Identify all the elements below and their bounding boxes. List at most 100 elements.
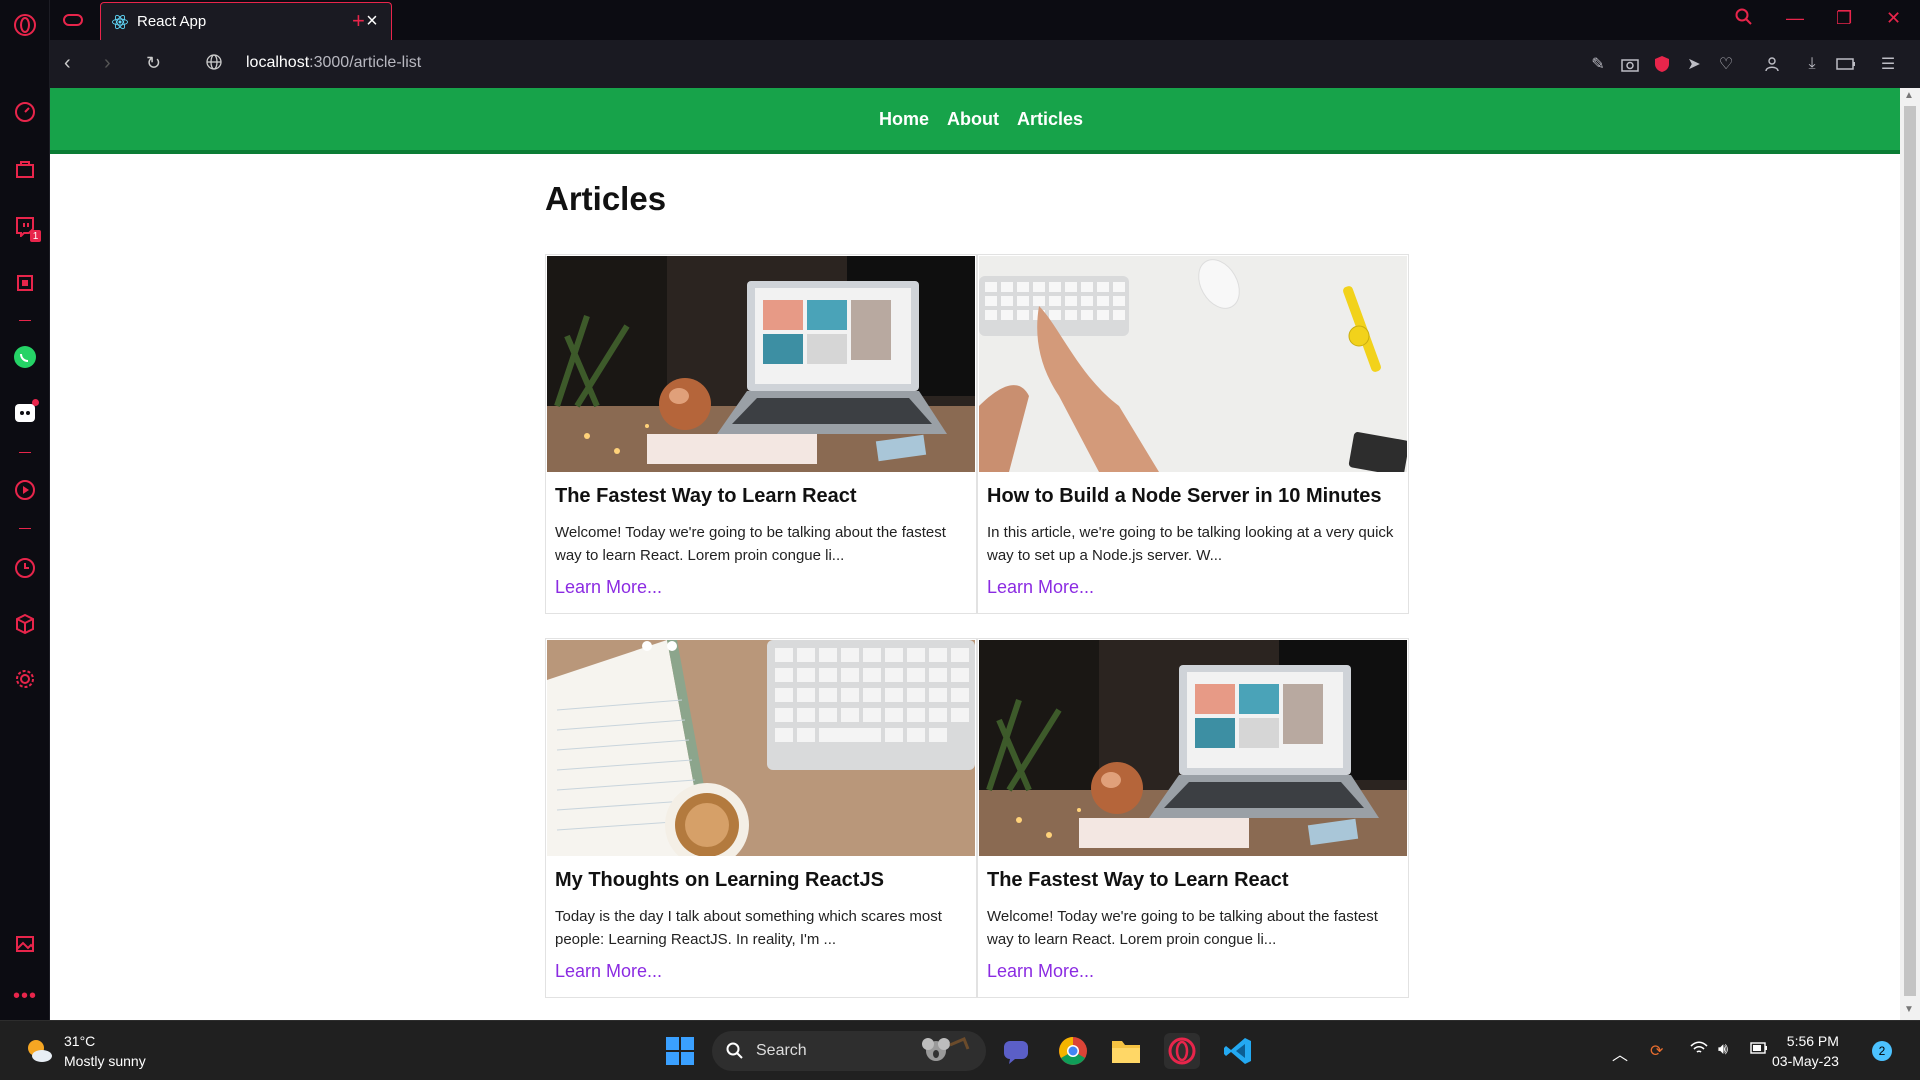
main-content: Articles The Fastest Way to Learn React … [545, 180, 1409, 998]
easy-setup-icon[interactable]: ☰ [1878, 54, 1898, 74]
article-excerpt: In this article, we're going to be talki… [987, 524, 1394, 564]
gx-controller-icon[interactable] [62, 10, 84, 35]
weather-widget[interactable]: 31°C Mostly sunny [24, 1031, 146, 1071]
article-title: My Thoughts on Learning ReactJS [555, 869, 884, 891]
article-image-laptop-on-desk [547, 256, 975, 472]
system-clock[interactable]: 5:56 PM 03-May-23 [1772, 1031, 1839, 1071]
scroll-down-icon[interactable]: ▼ [1904, 1004, 1914, 1015]
more-icon[interactable]: ••• [13, 984, 37, 1008]
file-explorer-icon[interactable] [1108, 1033, 1144, 1069]
tab-react-app[interactable]: React App × [100, 2, 392, 40]
windows-taskbar: 31°C Mostly sunny Search ︿ ⟳ 🔊︎ 5:56 PM … [0, 1020, 1920, 1080]
article-excerpt: Today is the day I talk about something … [555, 908, 942, 948]
sidebar-divider [19, 452, 31, 453]
adblock-shield-icon[interactable] [1652, 54, 1672, 74]
sidebar-divider [19, 528, 31, 529]
browser-sidebar: 1 ••• [0, 0, 50, 1020]
react-logo-icon [112, 14, 128, 29]
show-hidden-icons-icon[interactable]: ︿ [1612, 1041, 1628, 1065]
extensions-icon[interactable] [13, 612, 37, 636]
snapshot-camera-icon[interactable] [1620, 54, 1640, 74]
volume-icon[interactable]: 🔊︎ [1718, 1041, 1728, 1059]
tab-close-icon[interactable]: × [363, 10, 381, 33]
profile-icon[interactable] [1762, 54, 1782, 74]
article-card: The Fastest Way to Learn React Welcome! … [977, 638, 1409, 998]
vscode-icon[interactable] [1220, 1033, 1256, 1069]
nav-link-about[interactable]: About [947, 109, 999, 130]
weather-condition: Mostly sunny [64, 1053, 146, 1069]
sync-icon[interactable]: ⟳ [1650, 1041, 1663, 1061]
article-title: The Fastest Way to Learn React [555, 485, 857, 507]
article-image-hands-on-keyboard [979, 256, 1407, 472]
forward-icon[interactable]: › [104, 52, 111, 75]
article-card: The Fastest Way to Learn React Welcome! … [545, 254, 977, 614]
minimize-icon[interactable]: — [1786, 8, 1804, 29]
partly-sunny-icon [28, 1040, 52, 1062]
opera-logo-icon[interactable] [13, 13, 37, 37]
search-icon [726, 1042, 743, 1059]
twitch-badge: 1 [30, 230, 41, 242]
teams-chat-icon[interactable] [998, 1033, 1034, 1069]
send-icon[interactable]: ➤ [1684, 54, 1704, 74]
new-tab-icon[interactable]: + [352, 8, 365, 34]
discord-icon[interactable] [13, 399, 39, 425]
restore-icon[interactable]: ❐ [1836, 8, 1852, 29]
scroll-up-icon[interactable]: ▲ [1904, 90, 1914, 101]
taskbar-search[interactable]: Search [712, 1031, 986, 1071]
windows-start-icon[interactable] [662, 1033, 698, 1069]
wifi-icon[interactable] [1690, 1041, 1708, 1060]
download-icon[interactable]: ⤓ [1802, 54, 1822, 74]
back-icon[interactable]: ‹ [64, 52, 71, 75]
article-excerpt: Welcome! Today we're going to be talking… [555, 524, 946, 564]
clock-time: 5:56 PM [1786, 1033, 1839, 1049]
speed-dial-icon[interactable] [13, 100, 37, 124]
clock-date: 03-May-23 [1772, 1053, 1839, 1069]
notification-count-badge[interactable]: 2 [1872, 1041, 1892, 1061]
battery-saver-icon[interactable] [1836, 54, 1856, 74]
learn-more-link[interactable]: Learn More... [987, 577, 1094, 598]
close-window-icon[interactable]: ✕ [1886, 8, 1901, 29]
twitch-icon[interactable]: 1 [13, 214, 41, 242]
article-card: How to Build a Node Server in 10 Minutes… [977, 254, 1409, 614]
article-excerpt: Welcome! Today we're going to be talking… [987, 908, 1378, 948]
article-image-notebook-coffee-keyboard [547, 640, 975, 856]
search-tabs-icon[interactable] [1735, 8, 1753, 31]
koala-search-highlight-icon [922, 1037, 970, 1061]
tab-title: React App [137, 13, 207, 30]
article-card: My Thoughts on Learning ReactJS Today is… [545, 638, 977, 998]
search-label: Search [756, 1042, 807, 1059]
gallery-icon[interactable] [13, 932, 37, 956]
discord-unread-dot [32, 399, 39, 406]
tab-bar: React App × + — ❐ ✕ [50, 0, 1920, 40]
learn-more-link[interactable]: Learn More... [555, 577, 662, 598]
learn-more-link[interactable]: Learn More... [555, 961, 662, 982]
article-title: The Fastest Way to Learn React [987, 869, 1289, 891]
opera-gx-taskbar-icon[interactable] [1164, 1033, 1200, 1069]
learn-more-link[interactable]: Learn More... [987, 961, 1094, 982]
hardware-monitor-icon[interactable] [13, 271, 37, 295]
shopping-icon[interactable] [13, 157, 37, 181]
reload-icon[interactable]: ↻ [146, 53, 161, 74]
scroll-thumb[interactable] [1904, 106, 1916, 996]
page-title: Articles [545, 180, 667, 217]
sidebar-divider [19, 320, 31, 321]
nav-link-articles[interactable]: Articles [1017, 109, 1083, 130]
site-navbar: Home About Articles [50, 88, 1900, 154]
chrome-icon[interactable] [1055, 1033, 1091, 1069]
web-page: Home About Articles Articles The Fastest… [50, 88, 1900, 1020]
article-title: How to Build a Node Server in 10 Minutes [987, 485, 1382, 507]
nav-link-home[interactable]: Home [879, 109, 929, 130]
site-info-globe-icon[interactable] [206, 54, 222, 75]
edit-share-icon[interactable]: ✎ [1588, 54, 1608, 74]
url-path: :3000/article-list [309, 54, 422, 71]
whatsapp-icon[interactable] [13, 345, 37, 369]
battery-icon[interactable] [1750, 1041, 1768, 1059]
url-host: localhost [246, 54, 310, 71]
player-icon[interactable] [13, 478, 37, 502]
page-scrollbar[interactable]: ▲ ▼ [1900, 88, 1920, 1020]
history-icon[interactable] [13, 556, 37, 580]
temperature: 31°C [64, 1033, 96, 1049]
settings-gear-icon[interactable] [13, 667, 37, 691]
heart-icon[interactable]: ♡ [1716, 54, 1736, 74]
url-field[interactable]: localhost:3000/article-list [246, 54, 421, 72]
